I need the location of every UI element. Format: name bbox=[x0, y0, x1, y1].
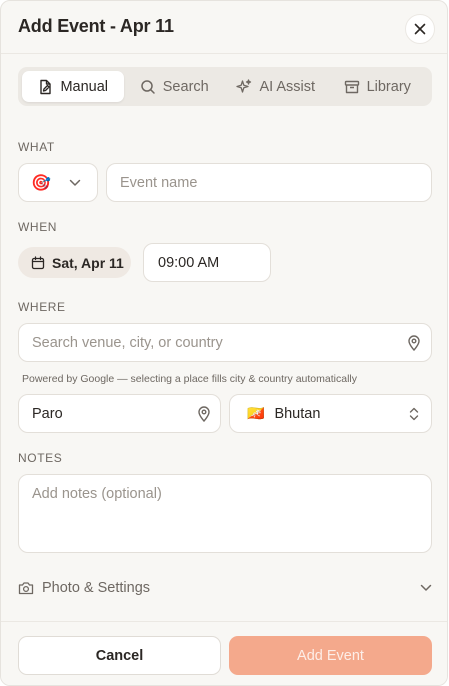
place-search-input[interactable]: Search venue, city, or country bbox=[18, 323, 432, 362]
tab-label: Manual bbox=[60, 78, 109, 95]
city-value: Paro bbox=[32, 405, 63, 422]
tab-label: Library bbox=[366, 78, 411, 95]
country-value: Bhutan bbox=[274, 405, 321, 422]
notes-label: NOTES bbox=[18, 451, 63, 465]
tab-ai-assist[interactable]: AI Assist bbox=[225, 71, 327, 102]
mode-tabs: Manual Search AI Assist Library bbox=[18, 67, 432, 106]
where-label: WHERE bbox=[18, 300, 66, 314]
modal-header: Add Event - Apr 11 bbox=[1, 1, 447, 54]
archive-box-icon bbox=[344, 80, 359, 93]
camera-icon bbox=[18, 582, 34, 595]
chevron-down-icon bbox=[420, 584, 432, 591]
when-label: WHEN bbox=[18, 220, 58, 234]
country-select[interactable]: 🇧🇹 Bhutan bbox=[229, 394, 432, 433]
add-event-modal: Add Event - Apr 11 Manual Search AI Assi… bbox=[0, 0, 448, 686]
location-pin-icon bbox=[408, 334, 420, 351]
tab-search[interactable]: Search bbox=[124, 71, 226, 102]
selected-date: Sat, Apr 11 bbox=[52, 254, 124, 271]
tab-label: AI Assist bbox=[259, 78, 316, 95]
time-input[interactable]: 09:00 AM bbox=[143, 243, 271, 282]
sparkle-icon bbox=[236, 78, 252, 93]
event-name-input[interactable]: Event name bbox=[106, 163, 432, 202]
emoji-picker[interactable]: 🎯 bbox=[18, 163, 98, 202]
close-icon bbox=[414, 23, 426, 35]
close-button[interactable] bbox=[405, 14, 435, 44]
add-event-button[interactable]: Add Event bbox=[229, 636, 432, 675]
document-edit-icon bbox=[40, 79, 52, 94]
search-icon bbox=[141, 79, 155, 94]
tab-manual[interactable]: Manual bbox=[22, 71, 124, 102]
date-picker-button[interactable]: Sat, Apr 11 bbox=[18, 247, 131, 278]
photo-settings-toggle[interactable]: Photo & Settings bbox=[18, 577, 432, 599]
chevron-down-icon bbox=[69, 179, 81, 186]
event-name-placeholder: Event name bbox=[120, 174, 198, 191]
modal-title: Add Event - Apr 11 bbox=[18, 16, 174, 36]
location-pin-icon bbox=[198, 405, 210, 422]
tab-label: Search bbox=[162, 78, 209, 95]
country-flag: 🇧🇹 bbox=[247, 405, 265, 421]
time-value: 09:00 AM bbox=[158, 254, 220, 271]
tab-library[interactable]: Library bbox=[327, 71, 429, 102]
place-search-placeholder: Search venue, city, or country bbox=[32, 334, 223, 351]
what-label: WHAT bbox=[18, 140, 55, 154]
chevron-up-down-icon bbox=[409, 407, 419, 420]
notes-textarea[interactable]: Add notes (optional) bbox=[18, 474, 432, 553]
event-emoji: 🎯 bbox=[31, 174, 51, 192]
city-input[interactable]: Paro bbox=[18, 394, 221, 433]
cancel-button[interactable]: Cancel bbox=[18, 636, 221, 675]
calendar-icon bbox=[31, 255, 45, 269]
place-helper-text: Powered by Google — selecting a place fi… bbox=[22, 373, 357, 385]
photo-settings-label: Photo & Settings bbox=[42, 580, 151, 596]
modal-footer: Cancel Add Event bbox=[1, 621, 447, 685]
notes-placeholder: Add notes (optional) bbox=[32, 486, 162, 502]
